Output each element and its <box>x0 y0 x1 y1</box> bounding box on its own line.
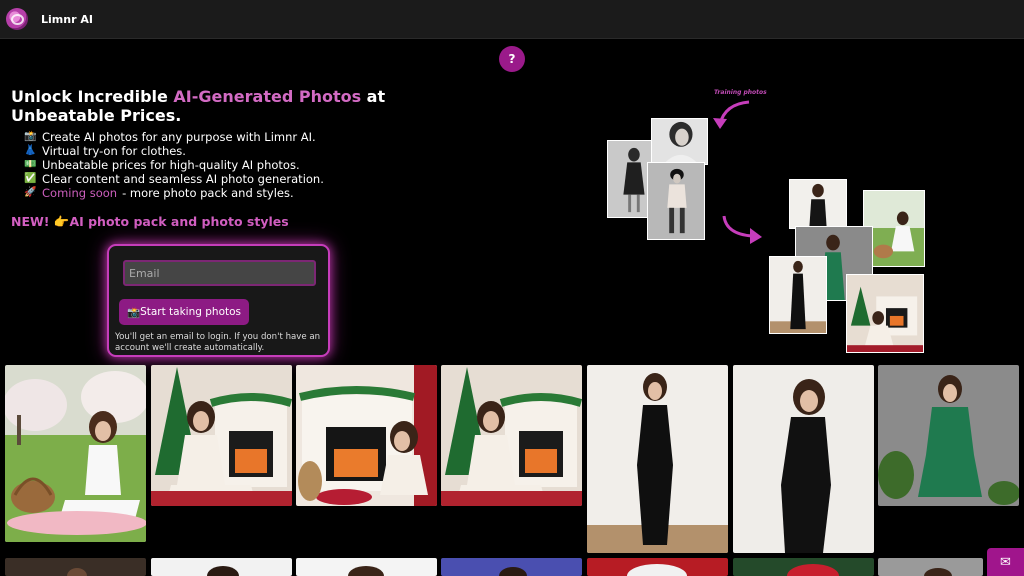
headline-text: Unlock Incredible <box>11 87 174 106</box>
checkmark-icon: ✅ <box>24 173 37 184</box>
generated-photo <box>769 256 827 334</box>
gallery-photo[interactable] <box>733 365 874 553</box>
gallery-photo[interactable] <box>587 365 728 553</box>
feature-text: Create AI photos for any purpose with Li… <box>42 130 316 144</box>
new-announcement: NEW! 👉AI photo pack and photo styles <box>11 214 289 230</box>
camera-icon: 📸 <box>126 306 141 319</box>
gallery-photo[interactable] <box>878 365 1019 506</box>
headline-highlight: AI-Generated Photos <box>173 87 362 106</box>
signup-card: Email 📸 Start taking photos You'll get an… <box>107 244 330 357</box>
gallery-photo[interactable] <box>5 558 146 576</box>
feature-item: 💵 Unbeatable prices for high-quality AI p… <box>24 158 324 172</box>
gallery-photo[interactable] <box>151 365 292 506</box>
new-badge: NEW! <box>11 214 50 229</box>
curved-arrow-icon <box>713 100 750 129</box>
gallery-photo[interactable] <box>151 558 292 576</box>
button-label: Start taking photos <box>140 306 242 318</box>
curved-arrow-icon <box>722 215 762 244</box>
gallery-photo[interactable] <box>441 558 582 576</box>
coming-soon-text: Coming soon <box>42 186 118 200</box>
camera-icon: 📸 <box>24 131 37 142</box>
new-text: AI photo pack and photo styles <box>69 214 289 229</box>
feature-text: Unbeatable prices for high-quality AI ph… <box>42 158 300 172</box>
rocket-icon: 🚀 <box>24 187 37 198</box>
feature-item: 🚀 Coming soon - more photo pack and style… <box>24 186 324 200</box>
training-photos-label: Training photos <box>714 89 767 96</box>
gallery-photo[interactable] <box>587 558 728 576</box>
feature-text: - more photo pack and styles. <box>122 186 294 200</box>
training-photo <box>647 162 705 240</box>
gallery-photo[interactable] <box>296 365 437 506</box>
help-button[interactable]: ? <box>499 46 525 72</box>
feature-item: 📸 Create AI photos for any purpose with L… <box>24 130 324 144</box>
feature-text: Virtual try-on for clothes. <box>42 144 186 158</box>
feature-list: 📸 Create AI photos for any purpose with L… <box>24 130 324 200</box>
money-icon: 💵 <box>24 159 37 170</box>
gallery-photo[interactable] <box>296 558 437 576</box>
signup-note: You'll get an email to login. If you don… <box>115 332 321 353</box>
start-taking-photos-button[interactable]: 📸 Start taking photos <box>119 299 249 325</box>
dress-icon: 👗 <box>24 145 37 156</box>
gallery-photo[interactable] <box>733 558 874 576</box>
pointing-hand-icon: 👉 <box>53 214 70 229</box>
gallery-photo[interactable] <box>878 558 983 576</box>
brand-name[interactable]: Limnr AI <box>41 13 93 26</box>
feature-item: ✅ Clear content and seamless AI photo gen… <box>24 172 324 186</box>
generated-photo <box>789 179 847 229</box>
email-input[interactable]: Email <box>123 260 316 286</box>
page-headline: Unlock Incredible AI-Generated Photos at… <box>11 87 481 125</box>
limnr-logo[interactable] <box>6 8 28 30</box>
top-bar: Limnr AI <box>0 0 1024 39</box>
feature-item: 👗 Virtual try-on for clothes. <box>24 144 324 158</box>
gallery-photo[interactable] <box>441 365 582 506</box>
mail-icon[interactable]: ✉ <box>987 548 1024 576</box>
gallery-photo[interactable] <box>5 365 146 542</box>
training-photo <box>651 118 708 165</box>
generated-photo <box>846 274 924 353</box>
feature-text: Clear content and seamless AI photo gene… <box>42 172 324 186</box>
